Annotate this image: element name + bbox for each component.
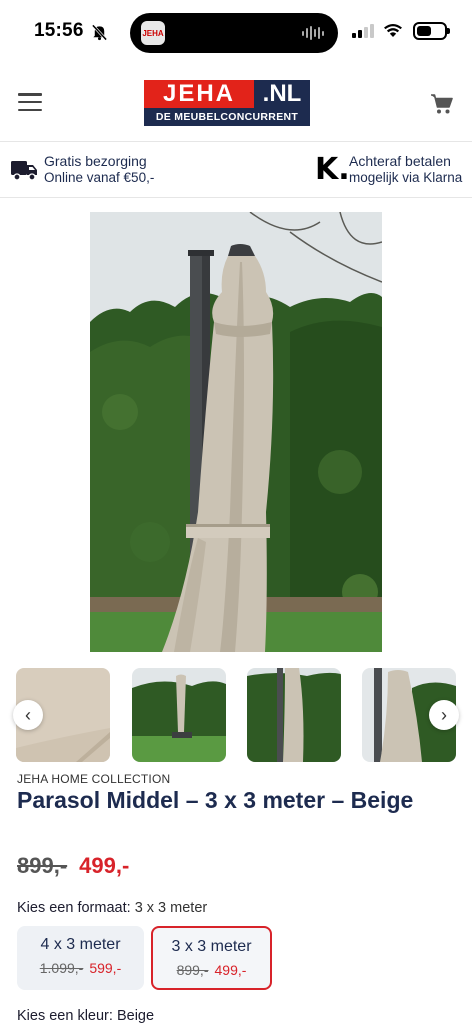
format-label-text: Kies een formaat: (17, 900, 131, 916)
format-option-name: 3 x 3 meter (171, 938, 252, 955)
truck-icon (11, 161, 37, 181)
price-new: 499,- (79, 853, 130, 878)
format-option-price-new: 599,- (89, 960, 122, 976)
site-logo[interactable]: JEHA .NL DE MEUBELCONCURRENT (144, 80, 310, 126)
format-option-4x3[interactable]: 4 x 3 meter 1.099,- 599,- (17, 926, 144, 990)
color-label-text: Kies een kleur: (17, 1008, 113, 1024)
hamburger-icon[interactable] (18, 93, 42, 111)
usp-payment-title: Achteraf betalen (349, 153, 451, 169)
main-product-image[interactable] (90, 212, 382, 652)
format-option-price-new: 499,- (214, 962, 247, 978)
logo-tagline: DE MEUBELCONCURRENT (144, 108, 310, 126)
format-option-prices: 899,- 499,- (153, 962, 270, 978)
usp-payment-subtitle: mogelijk via Klarna (349, 170, 463, 185)
dynamic-island: JEHA (130, 13, 338, 53)
product-brand[interactable]: JEHA HOME COLLECTION (17, 772, 170, 786)
usp-delivery-title: Gratis bezorging (44, 153, 147, 169)
usp-bar: Gratis bezorging Online vanaf €50,- K. A… (0, 143, 472, 198)
color-label: Kies een kleur: Beige (17, 1008, 154, 1024)
product-prices: 899,- 499,- (17, 853, 129, 879)
status-bar: 15:56 JEHA (0, 0, 472, 62)
format-option-3x3[interactable]: 3 x 3 meter 899,- 499,- (151, 926, 272, 990)
thumbnail-next-arrow-icon[interactable]: › (429, 700, 459, 730)
format-label: Kies een formaat: 3 x 3 meter (17, 900, 207, 916)
app-icon: JEHA (141, 21, 165, 45)
thumbnail-strip: ‹ › (0, 668, 472, 764)
thumbnail-prev-arrow-icon[interactable]: ‹ (13, 700, 43, 730)
color-selected-value: Beige (116, 1008, 155, 1024)
product-title: Parasol Middel – 3 x 3 meter – Beige (17, 787, 414, 813)
site-header: JEHA .NL DE MEUBELCONCURRENT (0, 66, 472, 142)
format-selected-value: 3 x 3 meter (134, 900, 208, 916)
battery-icon (413, 22, 450, 40)
klarna-logo-icon: K. (315, 152, 350, 187)
price-old: 899,- (17, 853, 68, 878)
cellular-signal-icon (352, 24, 374, 38)
format-option-price-old: 899,- (176, 962, 209, 978)
audio-wave-icon (302, 26, 324, 40)
parasol-photo (90, 212, 382, 652)
wifi-icon (384, 24, 402, 37)
bell-slash-icon (91, 24, 108, 41)
cart-icon[interactable] (430, 93, 454, 115)
thumbnail-2[interactable] (132, 668, 226, 762)
format-option-prices: 1.099,- 599,- (17, 960, 144, 976)
format-option-name: 4 x 3 meter (40, 936, 121, 953)
logo-suffix: .NL (254, 80, 310, 108)
thumbnail-3[interactable] (247, 668, 341, 762)
status-time: 15:56 (34, 20, 84, 41)
format-option-price-old: 1.099,- (39, 960, 84, 976)
logo-main: JEHA (144, 80, 254, 108)
usp-delivery-subtitle: Online vanaf €50,- (44, 170, 155, 185)
